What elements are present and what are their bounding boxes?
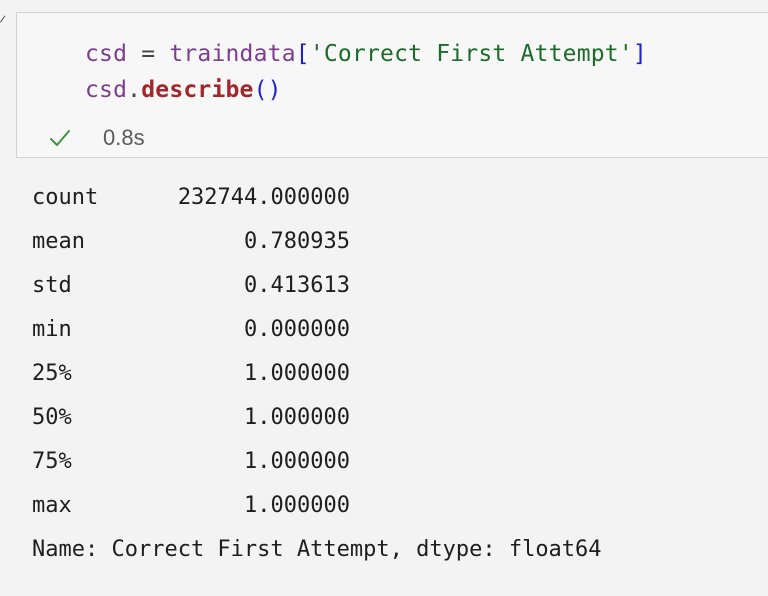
stat-value: 0.000000 — [244, 317, 350, 342]
describe-table: count 232744.000000 mean 0.780935 std 0.41361… — [32, 180, 732, 532]
execution-time: 0.8s — [103, 125, 145, 150]
stat-row: mean 0.780935 — [32, 224, 732, 268]
stat-row: count 232744.000000 — [32, 180, 732, 224]
stat-label: count — [32, 185, 99, 210]
stat-row: 50% 1.000000 — [32, 400, 732, 444]
stat-row: max 1.000000 — [32, 488, 732, 532]
stat-value: 1.000000 — [244, 493, 350, 518]
stat-row: min 0.000000 — [32, 312, 732, 356]
code-token-operator: = — [127, 41, 170, 67]
stat-value: 1.000000 — [244, 361, 350, 386]
stat-row: std 0.413613 — [32, 268, 732, 312]
series-name-dtype: Name: Correct First Attempt, dtype: floa… — [32, 537, 602, 562]
stat-value: 0.413613 — [244, 273, 350, 298]
code-token-bracket-close: ] — [632, 41, 647, 67]
stat-label: 50% — [32, 405, 72, 430]
stat-label: std — [32, 273, 72, 298]
stat-label: max — [32, 493, 72, 518]
stat-label: 75% — [32, 449, 72, 474]
stat-value: 1.000000 — [244, 405, 350, 430]
code-token-dot: . — [127, 77, 142, 103]
stat-row: 25% 1.000000 — [32, 356, 732, 400]
code-token-object: traindata — [169, 41, 296, 67]
stat-value: 0.780935 — [244, 229, 350, 254]
code-line-2[interactable]: csd.describe() — [85, 76, 282, 104]
code-token-variable: csd — [85, 41, 128, 67]
execution-status: 0.8s — [47, 123, 145, 153]
code-token-bracket-open: [ — [295, 41, 310, 67]
stat-label: 25% — [32, 361, 72, 386]
stat-label: min — [32, 317, 72, 342]
stat-row: 75% 1.000000 — [32, 444, 732, 488]
code-token-parens: () — [253, 77, 282, 103]
cell-output: count 232744.000000 mean 0.780935 std 0.41361… — [32, 180, 732, 568]
check-icon — [47, 125, 73, 151]
stat-value: 1.000000 — [244, 449, 350, 474]
stat-value: 232744.000000 — [177, 185, 350, 210]
code-token-function: describe — [141, 77, 254, 103]
code-token-variable: csd — [85, 77, 128, 103]
cell-edge-mark — [0, 15, 17, 31]
code-line-1[interactable]: csd = traindata['Correct First Attempt'] — [85, 40, 647, 68]
code-token-string: 'Correct First Attempt' — [309, 41, 633, 67]
stat-label: mean — [32, 229, 85, 254]
code-cell[interactable]: csd = traindata['Correct First Attempt']… — [16, 12, 768, 158]
